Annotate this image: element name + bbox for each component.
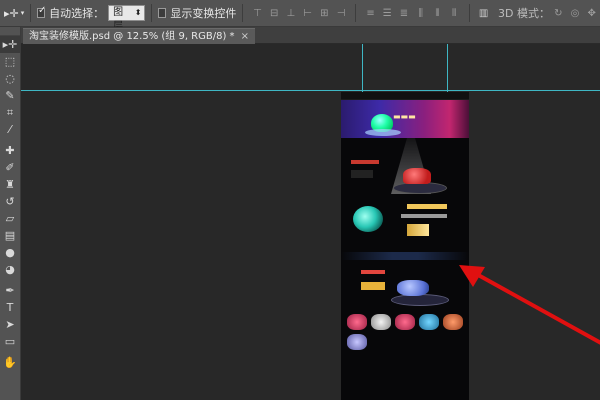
roll-3d-icon[interactable]: ◎ (570, 6, 581, 20)
product-image (397, 280, 429, 296)
product-grid (341, 310, 469, 354)
separator (468, 4, 470, 22)
distribute-top-icon[interactable]: ≡ (365, 6, 376, 20)
product-subtitle-block (401, 214, 447, 218)
align-bottom-edges-icon[interactable]: ⊥ (286, 6, 297, 20)
product-showcase-2 (341, 196, 469, 250)
document-tab-bar: 淘宝装修模版.psd @ 12.5% (组 9, RGB/8) * × (21, 27, 600, 44)
shop-header-bar (341, 92, 469, 100)
align-horizontal-centers-icon[interactable]: ⊞ (319, 6, 330, 20)
drag-3d-icon[interactable]: ✥ (586, 6, 597, 20)
dodge-tool-icon[interactable]: ◕ (0, 261, 20, 278)
distribute-hcenter-icon[interactable]: ⦀ (432, 6, 443, 20)
distribute-bottom-icon[interactable]: ≣ (399, 6, 410, 20)
banner-product-base (365, 129, 401, 136)
eyedropper-tool-icon[interactable]: ⁄ (0, 121, 20, 138)
align-right-edges-icon[interactable]: ⊣ (336, 6, 347, 20)
product-thumbnail (371, 314, 391, 330)
move-tool-icon: ▸✛ (4, 6, 19, 20)
product-thumbnail (395, 314, 415, 330)
document-tab[interactable]: 淘宝装修模版.psd @ 12.5% (组 9, RGB/8) * × (23, 28, 255, 44)
pen-tool-icon[interactable]: ✒ (0, 282, 20, 299)
separator (151, 4, 153, 22)
distribute-left-icon[interactable]: ⫼ (415, 6, 426, 20)
annotation-arrow-icon (459, 265, 600, 345)
product-image (403, 168, 431, 184)
separator (242, 4, 244, 22)
document-tab-title: 淘宝装修模版.psd @ 12.5% (组 9, RGB/8) * (29, 31, 235, 42)
document-canvas[interactable]: ▬▬▬ (341, 92, 469, 400)
panel-grip[interactable] (0, 27, 20, 36)
distribute-vcenter-icon[interactable]: ☰ (382, 6, 393, 20)
dropdown-arrow-icon: ⬍ (134, 8, 142, 17)
product-thumbnail (347, 334, 367, 350)
product-tag (361, 270, 385, 274)
product-price-block (407, 224, 429, 236)
align-top-edges-icon[interactable]: ⊤ (252, 6, 263, 20)
product-showcase-3 (341, 262, 469, 310)
rotate-3d-icon[interactable]: ↻ (553, 6, 564, 20)
healing-brush-tool-icon[interactable]: ✚ (0, 142, 20, 159)
arrow-shaft (469, 269, 600, 345)
horizontal-guide[interactable] (21, 90, 600, 91)
product-image (353, 206, 383, 232)
product-thumbnail (419, 314, 439, 330)
close-tab-icon[interactable]: × (241, 31, 249, 42)
banner-headline-graphic: ▬▬▬ (393, 112, 416, 121)
product-title-block (407, 204, 447, 209)
show-transform-controls-label: 显示变换控件 (170, 7, 237, 20)
promo-banner: ▬▬▬ (341, 100, 469, 138)
eraser-tool-icon[interactable]: ▱ (0, 210, 20, 227)
gradient-tool-icon[interactable]: ▤ (0, 227, 20, 244)
chevron-down-icon: ▾ (20, 9, 25, 17)
tools-panel: ▸✛ ⬚ ◌ ✎ ⌗ ⁄ ✚ ✐ ♜ ↺ ▱ ▤ ● ◕ ✒ T ➤ ▭ ✋ (0, 27, 21, 400)
auto-select-label: 自动选择： (49, 7, 105, 20)
product-thumbnail (347, 314, 367, 330)
auto-align-layers-icon[interactable]: ▥ (478, 6, 489, 20)
options-bar: ▸✛ ▾ 自动选择： 图层 ⬍ 显示变换控件 ⊤ ⊟ ⊥ ⊢ ⊞ ⊣ ≡ ☰ ≣… (0, 0, 600, 32)
product-showcase-1 (341, 138, 469, 196)
auto-select-target-dropdown[interactable]: 图层 ⬍ (108, 5, 146, 32)
product-price-block (361, 282, 385, 290)
rectangle-tool-icon[interactable]: ▭ (0, 333, 20, 350)
product-tag (351, 160, 379, 164)
tool-preset-picker[interactable]: ▸✛ ▾ (4, 7, 24, 20)
align-left-edges-icon[interactable]: ⊢ (302, 6, 313, 20)
show-transform-controls-checkbox[interactable] (158, 8, 167, 18)
brush-tool-icon[interactable]: ✐ (0, 159, 20, 176)
product-price-block (351, 170, 373, 178)
blur-tool-icon[interactable]: ● (0, 244, 20, 261)
path-selection-tool-icon[interactable]: ➤ (0, 316, 20, 333)
quick-selection-tool-icon[interactable]: ✎ (0, 87, 20, 104)
mode-3d-label: 3D 模式： (497, 7, 550, 20)
distribute-right-icon[interactable]: ⫴ (449, 6, 460, 20)
align-vertical-centers-icon[interactable]: ⊟ (269, 6, 280, 20)
clone-stamp-tool-icon[interactable]: ♜ (0, 176, 20, 193)
history-brush-tool-icon[interactable]: ↺ (0, 193, 20, 210)
marquee-tool-icon[interactable]: ⬚ (0, 53, 20, 70)
section-divider (341, 252, 469, 260)
crop-tool-icon[interactable]: ⌗ (0, 104, 20, 121)
product-stand (391, 294, 449, 306)
auto-select-checkbox[interactable] (37, 5, 47, 18)
hand-tool-icon[interactable]: ✋ (0, 354, 20, 371)
move-tool-icon[interactable]: ▸✛ (0, 36, 20, 53)
separator (355, 4, 357, 22)
type-tool-icon[interactable]: T (0, 299, 20, 316)
lasso-tool-icon[interactable]: ◌ (0, 70, 20, 87)
separator (30, 4, 32, 22)
